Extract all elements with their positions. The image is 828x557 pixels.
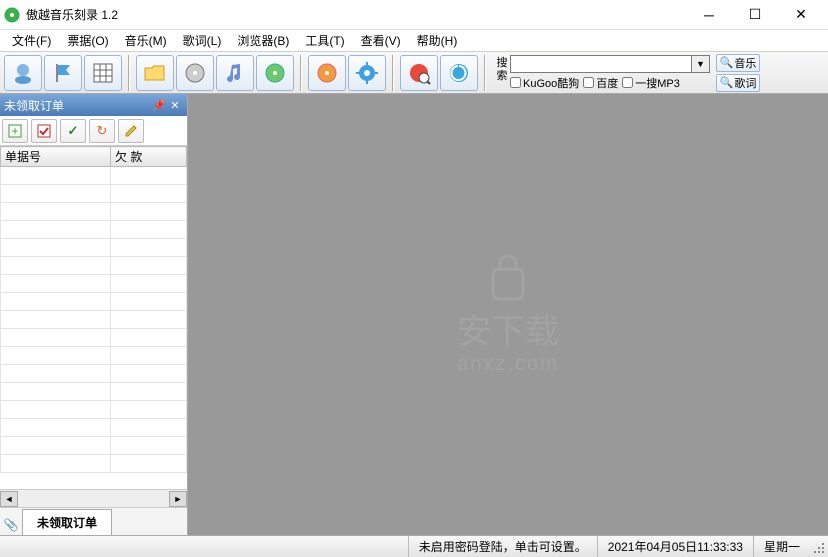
globe-icon[interactable] xyxy=(400,55,438,91)
panel-toolbar: + ✓ ↻ xyxy=(0,116,187,146)
panel-title: 未领取订单 xyxy=(4,97,151,114)
close-button[interactable]: ✕ xyxy=(778,0,824,30)
search-lyrics-button[interactable]: 🔍歌词 xyxy=(716,74,760,92)
watermark: 安下载 anxz.com xyxy=(457,254,559,376)
table-row[interactable] xyxy=(1,419,187,437)
flag-icon[interactable] xyxy=(44,55,82,91)
resize-grip[interactable] xyxy=(810,536,828,557)
window-title: 傲越音乐刻录 1.2 xyxy=(26,6,686,23)
menu-bar: 文件(F) 票据(O) 音乐(M) 歌词(L) 浏览器(B) 工具(T) 查看(… xyxy=(0,30,828,52)
search-label: 搜索 xyxy=(494,55,510,83)
tab-pin-icon[interactable]: 📎 xyxy=(0,515,22,535)
content-area: 安下载 anxz.com xyxy=(188,94,828,535)
sidebar-tabs: 📎 未领取订单 xyxy=(0,507,187,535)
maximize-button[interactable]: ☐ xyxy=(732,0,778,30)
table-row[interactable] xyxy=(1,347,187,365)
confirm-icon[interactable]: ✓ xyxy=(60,119,86,143)
pin-icon[interactable]: 📌 xyxy=(151,97,167,113)
msn-icon[interactable] xyxy=(4,55,42,91)
status-message[interactable]: 未启用密码登陆，单击可设置。 xyxy=(408,536,597,557)
table-row[interactable] xyxy=(1,167,187,185)
redo-icon[interactable]: ↻ xyxy=(89,119,115,143)
menu-tools[interactable]: 工具(T) xyxy=(297,30,352,51)
music-note-icon[interactable] xyxy=(216,55,254,91)
menu-music[interactable]: 音乐(M) xyxy=(117,30,175,51)
toolbar: 搜索 ▼ KuGoo酷狗 百度 一搜MP3 🔍音乐 🔍歌词 xyxy=(0,52,828,94)
table-row[interactable] xyxy=(1,383,187,401)
panel-header: 未领取订单 📌 ✕ xyxy=(0,94,187,116)
col-debt[interactable]: 欠 款 xyxy=(111,147,187,167)
search-music-button[interactable]: 🔍音乐 xyxy=(716,54,760,72)
grid-icon[interactable] xyxy=(84,55,122,91)
search-dropdown-icon[interactable]: ▼ xyxy=(692,55,710,73)
table-row[interactable] xyxy=(1,455,187,473)
table-row[interactable] xyxy=(1,185,187,203)
table-row[interactable] xyxy=(1,329,187,347)
menu-file[interactable]: 文件(F) xyxy=(4,30,59,51)
table-row[interactable] xyxy=(1,257,187,275)
new-icon[interactable]: + xyxy=(2,119,28,143)
search-area: 搜索 ▼ KuGoo酷狗 百度 一搜MP3 xyxy=(494,55,710,91)
menu-view[interactable]: 查看(V) xyxy=(353,30,409,51)
toolbar-separator xyxy=(300,55,302,91)
toolbar-separator xyxy=(484,55,486,91)
minimize-button[interactable]: ─ xyxy=(686,0,732,30)
tab-unreceived-orders[interactable]: 未领取订单 xyxy=(22,509,112,535)
title-bar: 傲越音乐刻录 1.2 ─ ☐ ✕ xyxy=(0,0,828,30)
col-id[interactable]: 单据号 xyxy=(1,147,111,167)
table-row[interactable] xyxy=(1,401,187,419)
svg-text:+: + xyxy=(11,124,18,138)
check-kugoo[interactable]: KuGoo酷狗 xyxy=(510,75,579,91)
disc-green-icon[interactable] xyxy=(256,55,294,91)
order-grid[interactable]: 单据号 欠 款 xyxy=(0,146,187,489)
scroll-right-icon[interactable]: ► xyxy=(169,491,187,507)
folder-icon[interactable] xyxy=(136,55,174,91)
check-mp3[interactable]: 一搜MP3 xyxy=(622,75,680,91)
menu-browser[interactable]: 浏览器(B) xyxy=(229,30,297,51)
table-row[interactable] xyxy=(1,275,187,293)
table-row[interactable] xyxy=(1,311,187,329)
toolbar-separator xyxy=(128,55,130,91)
search-input[interactable] xyxy=(510,55,692,73)
table-row[interactable] xyxy=(1,239,187,257)
spiral-icon[interactable] xyxy=(440,55,478,91)
app-icon xyxy=(4,7,20,23)
disc-icon[interactable] xyxy=(176,55,214,91)
check-baidu[interactable]: 百度 xyxy=(583,75,618,91)
disc-orange-icon[interactable] xyxy=(308,55,346,91)
table-row[interactable] xyxy=(1,221,187,239)
table-row[interactable] xyxy=(1,293,187,311)
gear-icon[interactable] xyxy=(348,55,386,91)
horizontal-scrollbar[interactable]: ◄ ► xyxy=(0,489,187,507)
check-icon[interactable] xyxy=(31,119,57,143)
main-area: 未领取订单 📌 ✕ + ✓ ↻ 单据号 欠 款 xyxy=(0,94,828,535)
status-weekday: 星期一 xyxy=(753,536,810,557)
status-date: 2021年04月05日11:33:33 xyxy=(597,536,753,557)
table-row[interactable] xyxy=(1,437,187,455)
menu-help[interactable]: 帮助(H) xyxy=(409,30,466,51)
scroll-left-icon[interactable]: ◄ xyxy=(0,491,18,507)
table-row[interactable] xyxy=(1,365,187,383)
table-row[interactable] xyxy=(1,203,187,221)
menu-receipt[interactable]: 票据(O) xyxy=(59,30,116,51)
sidebar: 未领取订单 📌 ✕ + ✓ ↻ 单据号 欠 款 xyxy=(0,94,188,535)
menu-lyrics[interactable]: 歌词(L) xyxy=(175,30,230,51)
toolbar-separator xyxy=(392,55,394,91)
status-bar: 未启用密码登陆，单击可设置。 2021年04月05日11:33:33 星期一 xyxy=(0,535,828,557)
edit-icon[interactable] xyxy=(118,119,144,143)
panel-close-icon[interactable]: ✕ xyxy=(167,97,183,113)
